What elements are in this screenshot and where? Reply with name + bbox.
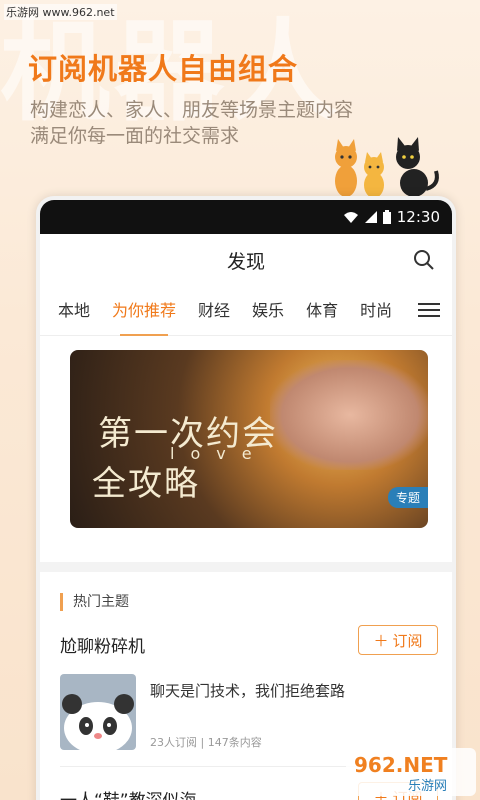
tab-local[interactable]: 本地 [58, 286, 90, 336]
section-divider [40, 562, 452, 572]
brand-text-top: 962.NET [354, 753, 448, 777]
status-bar: 12:30 [40, 200, 452, 234]
brand-watermark-logo: 962.NET 乐游网 [346, 748, 476, 796]
app-bar: 发现 [40, 234, 452, 286]
tab-fashion[interactable]: 时尚 [360, 286, 392, 336]
featured-banner[interactable]: 第一次约会 love 全攻略 专题 [70, 350, 428, 528]
brand-text-bottom: 乐游网 [408, 779, 447, 794]
panda-icon [62, 694, 134, 750]
banner-photo [270, 360, 428, 470]
hero-subline-2: 满足你每一面的社交需求 [30, 125, 240, 147]
subscribe-button[interactable]: ＋ 订阅 [358, 625, 438, 655]
topic-title[interactable]: 尬聊粉碎机 [60, 632, 145, 657]
tab-sports[interactable]: 体育 [306, 286, 338, 336]
tab-entertainment[interactable]: 娱乐 [252, 286, 284, 336]
topic-title[interactable]: 一人“鞋”教深似海 [60, 786, 197, 800]
cats-illustration [335, 137, 439, 198]
status-time: 12:30 [396, 208, 440, 226]
hero-subline-1: 构建恋人、家人、朋友等场景主题内容 [30, 99, 354, 121]
search-icon[interactable] [412, 248, 436, 272]
category-tabs: 本地 为你推荐 财经 娱乐 体育 时尚 [40, 286, 452, 336]
site-watermark: 乐游网 www.962.net [4, 4, 117, 20]
article-title[interactable]: 聊天是门技术，我们拒绝套路 [150, 680, 345, 701]
plus-icon: ＋ [373, 631, 389, 650]
hamburger-menu-icon [418, 303, 440, 317]
topic-badge: 专题 [387, 487, 428, 508]
battery-icon [382, 210, 391, 224]
wifi-icon [343, 212, 358, 223]
phone-mockup: 12:30 发现 本地 为你推荐 财经 娱乐 体育 时尚 第一次约会 love … [36, 196, 456, 800]
banner-title-line2: 全攻略 [92, 464, 200, 504]
article-thumbnail[interactable] [60, 674, 136, 750]
cellular-signal-icon [364, 211, 377, 223]
tab-finance[interactable]: 财经 [198, 286, 230, 336]
yellow-cat-icon [364, 152, 384, 198]
subscribe-label: 订阅 [392, 631, 423, 650]
menu-button[interactable] [412, 301, 440, 323]
orange-cat-icon [335, 139, 357, 197]
black-cat-icon [396, 137, 439, 197]
article-meta: 23人订阅 | 147条内容 [150, 736, 262, 749]
hero-headline: 订阅机器人自由组合 [28, 52, 299, 86]
section-title: 热门主题 [60, 593, 129, 611]
page-title: 发现 [226, 250, 265, 273]
tab-recommended[interactable]: 为你推荐 [112, 286, 176, 336]
